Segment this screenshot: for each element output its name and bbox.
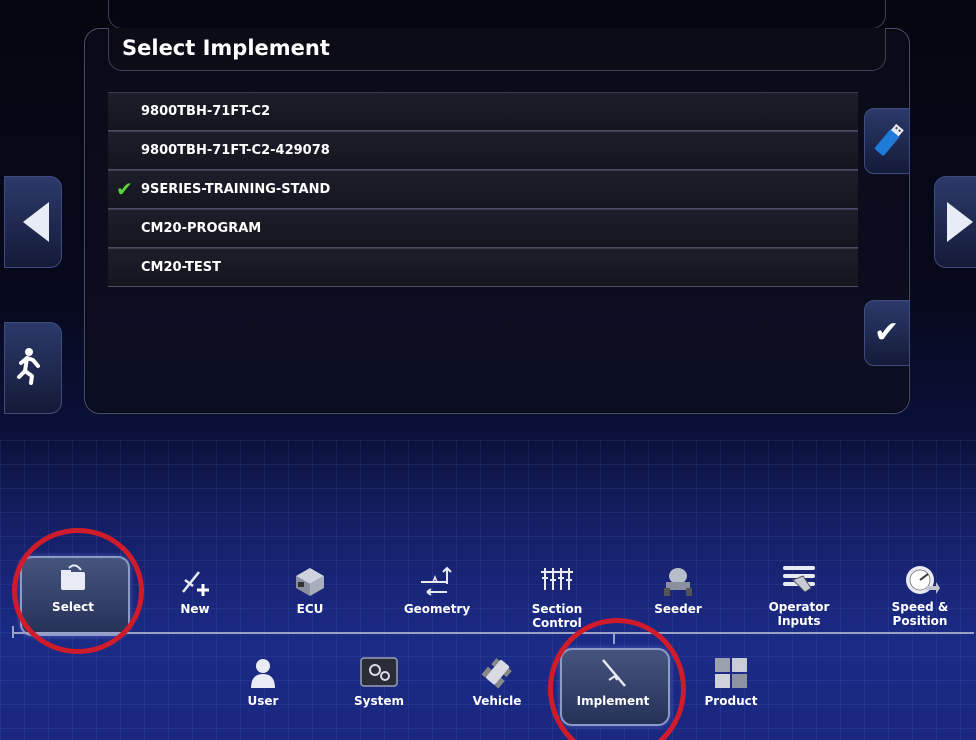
tool-label: Seeder <box>654 602 702 616</box>
tool-label: Operator Inputs <box>768 600 830 628</box>
implement-row-label: 9800TBH-71FT-C2 <box>141 104 271 119</box>
seeder-icon <box>664 568 692 596</box>
tool-label: Section Control <box>531 602 583 630</box>
tool-new[interactable]: New <box>158 564 232 616</box>
operator-inputs-icon <box>783 566 815 593</box>
usb-import-button[interactable] <box>864 108 910 174</box>
ecu-box-icon <box>296 568 324 596</box>
tool-speed-position[interactable]: Speed & Position <box>882 562 958 628</box>
implement-row[interactable]: 9800TBH-71FT-C2 <box>108 92 858 131</box>
arrow-right-icon <box>947 202 973 242</box>
geometry-icon <box>421 566 452 596</box>
tool-operator-inputs[interactable]: Operator Inputs <box>762 562 836 628</box>
tool-seeder[interactable]: Seeder <box>646 564 710 616</box>
tool-label: Speed & Position <box>891 600 949 628</box>
tab-label: Product <box>704 694 758 708</box>
tool-label: ECU <box>296 602 324 616</box>
checkmark-icon: ✔ <box>874 315 900 350</box>
arrow-left-icon <box>23 202 49 242</box>
next-button[interactable] <box>934 176 976 268</box>
implement-row-label: CM20-TEST <box>141 260 222 275</box>
tab-system[interactable]: System <box>348 656 410 708</box>
tab-product[interactable]: Product <box>700 656 762 708</box>
implement-row[interactable]: CM20-PROGRAM <box>108 209 858 248</box>
tool-section-control[interactable]: Section Control <box>518 564 596 630</box>
user-icon <box>251 659 275 688</box>
tab-label: Vehicle <box>472 694 522 708</box>
implement-plus-icon <box>182 571 209 596</box>
tab-label: User <box>247 694 279 708</box>
implement-row[interactable]: CM20-TEST <box>108 248 858 287</box>
running-man-exit-icon <box>17 348 40 385</box>
previous-button[interactable] <box>4 176 62 268</box>
tab-vehicle[interactable]: Vehicle <box>466 656 528 708</box>
usb-drive-icon <box>874 123 904 156</box>
section-control-icon <box>541 568 573 590</box>
exit-button[interactable] <box>4 322 62 414</box>
select-highlight-ring <box>12 528 144 654</box>
vehicle-icon <box>481 658 512 689</box>
implement-row-label: 9800TBH-71FT-C2-429078 <box>141 143 330 158</box>
tool-geometry[interactable]: Geometry <box>398 564 476 616</box>
tab-label: System <box>354 694 404 708</box>
confirm-button[interactable]: ✔ <box>864 300 910 366</box>
speedometer-icon <box>906 566 940 594</box>
tab-user[interactable]: User <box>234 656 292 708</box>
checkmark-icon: ✔ <box>116 177 133 201</box>
implement-list: 9800TBH-71FT-C2 9800TBH-71FT-C2-429078 ✔… <box>108 92 858 287</box>
implement-row-label: CM20-PROGRAM <box>141 221 262 236</box>
implement-row[interactable]: 9800TBH-71FT-C2-429078 <box>108 131 858 170</box>
screen: Select Implement 9800TBH-71FT-C2 9800TBH… <box>0 0 976 740</box>
system-gear-icon <box>360 657 398 687</box>
tool-ecu[interactable]: ECU <box>278 564 342 616</box>
tool-label: New <box>180 602 210 616</box>
dialog-title: Select Implement <box>122 36 330 60</box>
toolbar-divider <box>12 626 974 638</box>
implement-row-label: 9SERIES-TRAINING-STAND <box>141 182 331 197</box>
top-frame <box>108 0 886 29</box>
tool-label: Geometry <box>403 602 471 616</box>
product-icon <box>715 658 747 688</box>
implement-row-selected[interactable]: ✔ 9SERIES-TRAINING-STAND <box>108 170 858 209</box>
